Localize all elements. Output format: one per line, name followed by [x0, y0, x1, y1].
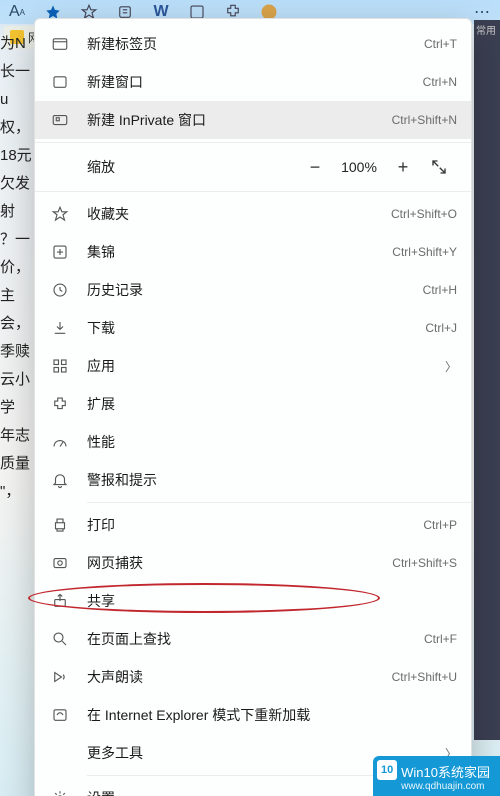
menu-shortcut: Ctrl+P — [423, 518, 457, 532]
menu-shortcut: Ctrl+Shift+U — [392, 670, 457, 684]
menu-shortcut: Ctrl+H — [423, 283, 457, 297]
menu-label: 共享 — [87, 591, 457, 611]
share-icon — [49, 590, 71, 612]
inprivate-icon — [49, 109, 71, 131]
ie-icon — [49, 704, 71, 726]
background-page-text: 为N长一u权，18元欠发射？一价，主会，季赎云小学年志质量"， — [0, 30, 34, 506]
menu-shortcut: Ctrl+N — [423, 75, 457, 89]
menu-label: 大声朗读 — [87, 667, 392, 687]
bell-icon — [49, 469, 71, 491]
favorites-item[interactable]: 收藏夹 Ctrl+Shift+O — [35, 195, 471, 233]
menu-label: 新建标签页 — [87, 34, 424, 54]
web-capture-item[interactable]: 网页捕获 Ctrl+Shift+S — [35, 544, 471, 582]
menu-label: 新建窗口 — [87, 72, 423, 92]
read-aloud-item[interactable]: 大声朗读 Ctrl+Shift+U — [35, 658, 471, 696]
zoom-in-button[interactable]: + — [385, 149, 421, 185]
right-sidebar: 常用 — [474, 20, 500, 740]
app-menu: 新建标签页 Ctrl+T 新建窗口 Ctrl+N 新建 InPrivate 窗口… — [34, 18, 472, 796]
find-item[interactable]: 在页面上查找 Ctrl+F — [35, 620, 471, 658]
menu-label: 集锦 — [87, 242, 392, 262]
downloads-item[interactable]: 下载 Ctrl+J — [35, 309, 471, 347]
menu-shortcut: Ctrl+F — [424, 632, 457, 646]
menu-shortcut: Ctrl+Shift+S — [392, 556, 457, 570]
text-size-icon[interactable]: AA — [8, 3, 26, 21]
zoom-value: 100% — [333, 159, 385, 175]
watermark-brand: Win10系统家园 — [401, 765, 490, 780]
share-item[interactable]: 共享 — [35, 582, 471, 620]
menu-label: 新建 InPrivate 窗口 — [87, 110, 392, 130]
new-tab-item[interactable]: 新建标签页 Ctrl+T — [35, 25, 471, 63]
separator — [35, 142, 471, 143]
history-item[interactable]: 历史记录 Ctrl+H — [35, 271, 471, 309]
menu-label: 扩展 — [87, 394, 457, 414]
new-inprivate-item[interactable]: 新建 InPrivate 窗口 Ctrl+Shift+N — [35, 101, 471, 139]
menu-shortcut: Ctrl+T — [424, 37, 457, 51]
zoom-label: 缩放 — [87, 157, 297, 177]
menu-label: 打印 — [87, 515, 423, 535]
menu-shortcut: Ctrl+Shift+Y — [392, 245, 457, 259]
puzzle-icon — [49, 393, 71, 415]
print-item[interactable]: 打印 Ctrl+P — [35, 506, 471, 544]
sidebar-label: 常用 — [474, 20, 500, 37]
menu-label: 性能 — [87, 432, 457, 452]
menu-label: 下载 — [87, 318, 425, 338]
chevron-right-icon: 〉 — [439, 358, 457, 375]
zoom-row: 缩放 − 100% + — [35, 146, 471, 188]
apps-item[interactable]: 应用 〉 — [35, 347, 471, 385]
watermark-domain: www.qdhuajin.com — [401, 781, 490, 792]
zoom-out-button[interactable]: − — [297, 149, 333, 185]
history-icon — [49, 279, 71, 301]
separator — [35, 191, 471, 192]
menu-label: 警报和提示 — [87, 470, 457, 490]
menu-shortcut: Ctrl+Shift+N — [392, 113, 457, 127]
menu-label: 在 Internet Explorer 模式下重新加载 — [87, 705, 457, 725]
download-icon — [49, 317, 71, 339]
new-tab-icon — [49, 33, 71, 55]
extensions-item[interactable]: 扩展 — [35, 385, 471, 423]
more-icon[interactable]: ⋯ — [474, 3, 492, 21]
menu-label: 收藏夹 — [87, 204, 391, 224]
new-window-item[interactable]: 新建窗口 Ctrl+N — [35, 63, 471, 101]
menu-label: 历史记录 — [87, 280, 423, 300]
star-icon — [49, 203, 71, 225]
collections-icon — [49, 241, 71, 263]
watermark-logo: 10 — [377, 760, 397, 780]
menu-label: 网页捕获 — [87, 553, 392, 573]
gear-icon — [49, 787, 71, 796]
new-window-icon — [49, 71, 71, 93]
ie-mode-item[interactable]: 在 Internet Explorer 模式下重新加载 — [35, 696, 471, 734]
performance-item[interactable]: 性能 — [35, 423, 471, 461]
watermark: 10 Win10系统家园 www.qdhuajin.com — [373, 756, 500, 796]
menu-shortcut: Ctrl+J — [425, 321, 457, 335]
read-aloud-icon — [49, 666, 71, 688]
alerts-item[interactable]: 警报和提示 — [35, 461, 471, 499]
capture-icon — [49, 552, 71, 574]
separator — [87, 502, 471, 503]
search-icon — [49, 628, 71, 650]
printer-icon — [49, 514, 71, 536]
collections-item[interactable]: 集锦 Ctrl+Shift+Y — [35, 233, 471, 271]
menu-shortcut: Ctrl+Shift+O — [391, 207, 457, 221]
menu-label: 在页面上查找 — [87, 629, 424, 649]
fullscreen-button[interactable] — [421, 149, 457, 185]
apps-icon — [49, 355, 71, 377]
gauge-icon — [49, 431, 71, 453]
menu-label: 应用 — [87, 356, 439, 376]
